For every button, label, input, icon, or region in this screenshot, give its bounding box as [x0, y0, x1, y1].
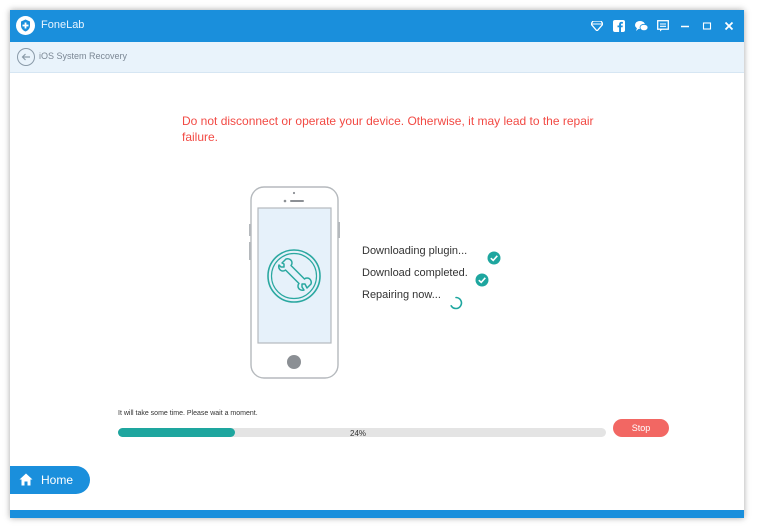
step-download-completed: Download completed.: [362, 267, 468, 279]
warning-message: Do not disconnect or operate your device…: [182, 114, 594, 144]
app-title: FoneLab: [41, 19, 85, 31]
step-label: Download completed.: [362, 267, 468, 280]
facebook-icon[interactable]: [612, 19, 626, 33]
feedback-icon[interactable]: [656, 19, 670, 33]
stop-button[interactable]: Stop: [613, 419, 669, 437]
back-button[interactable]: [17, 48, 35, 66]
fonelab-logo-icon: [16, 16, 35, 35]
subheader-bar: iOS System Recovery: [10, 42, 744, 73]
step-downloading-plugin: Downloading plugin...: [362, 245, 467, 257]
phone-illustration: [249, 186, 340, 379]
chat-icon[interactable]: [634, 19, 648, 33]
home-button[interactable]: Home: [10, 466, 90, 494]
wait-hint: It will take some time. Please wait a mo…: [118, 410, 258, 417]
step-label: Downloading plugin...: [362, 245, 468, 258]
spinner-icon: [450, 296, 463, 310]
close-icon[interactable]: [722, 19, 736, 33]
app-window: FoneLab iOS System Recovery Do not disco…: [10, 10, 744, 518]
home-icon: [19, 473, 33, 486]
step-repairing-now: Repairing now...: [362, 289, 441, 301]
page-title: iOS System Recovery: [39, 51, 128, 61]
title-bar: FoneLab: [10, 10, 744, 42]
window-controls: [590, 16, 736, 36]
progress-fill: [118, 428, 236, 437]
bottom-bar: [10, 510, 744, 518]
step-label: Repairing now...: [362, 289, 441, 302]
diamond-icon[interactable]: [590, 19, 604, 33]
check-circle-icon: [487, 251, 501, 265]
maximize-icon[interactable]: [700, 19, 714, 33]
home-label: Home: [41, 473, 74, 487]
back-arrow-icon: [21, 53, 30, 61]
check-circle-icon: [475, 273, 489, 287]
progress-percent: 24%: [350, 429, 367, 438]
minimize-icon[interactable]: [678, 19, 692, 33]
